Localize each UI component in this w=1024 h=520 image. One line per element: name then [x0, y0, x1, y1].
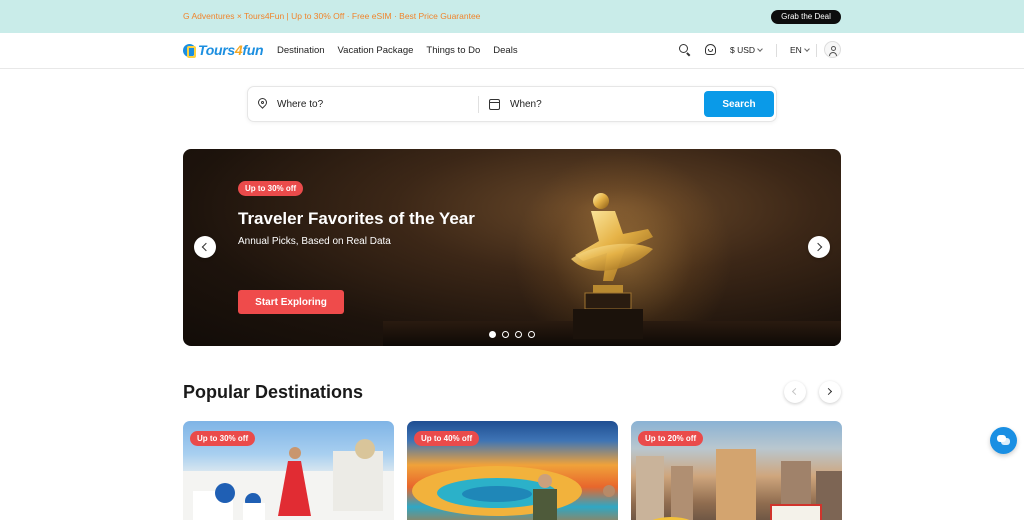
carousel-dot[interactable] [502, 331, 509, 338]
hero-title: Traveler Favorites of the Year [238, 209, 475, 228]
nav-things-to-do[interactable]: Things to Do [426, 45, 480, 56]
destination-card[interactable]: Up to 20% off [631, 421, 842, 520]
chevron-right-icon [824, 387, 833, 396]
logo[interactable]: Tours4fun [183, 42, 264, 58]
language-label: EN [790, 45, 802, 55]
site-header: Tours4fun Destination Vacation Package T… [0, 33, 1024, 69]
card-discount-badge: Up to 30% off [190, 431, 256, 446]
search-bar: Search [247, 86, 777, 122]
grab-deal-button[interactable]: Grab the Deal [771, 10, 841, 24]
location-pin-icon [256, 96, 269, 110]
carousel-dot[interactable] [489, 331, 496, 338]
destinations-next-button[interactable] [819, 381, 841, 403]
promo-text: G Adventures × Tours4Fun | Up to 30% Off… [183, 11, 481, 21]
nav-deals[interactable]: Deals [493, 45, 517, 56]
start-exploring-button[interactable]: Start Exploring [238, 290, 344, 314]
carousel-next-button[interactable] [808, 236, 830, 258]
chat-icon[interactable] [990, 427, 1017, 454]
trophy-image [571, 193, 653, 339]
chevron-left-icon [791, 387, 800, 396]
logo-mark-icon [183, 43, 196, 58]
destination-card[interactable]: Up to 30% off [183, 421, 394, 520]
language-selector[interactable]: EN [790, 45, 810, 55]
user-icon[interactable] [824, 41, 841, 58]
chevron-down-icon [803, 46, 810, 52]
chevron-left-icon [201, 242, 211, 252]
when-input[interactable] [510, 98, 680, 110]
promo-bar: G Adventures × Tours4Fun | Up to 30% Off… [0, 0, 1024, 33]
hero-banner[interactable]: Up to 30% off Traveler Favorites of the … [183, 149, 841, 346]
where-field[interactable] [256, 87, 473, 121]
hero-subtitle: Annual Picks, Based on Real Data [238, 236, 391, 247]
chevron-down-icon [757, 46, 763, 52]
carousel-dots [489, 331, 541, 338]
header-divider [816, 44, 817, 57]
section-title: Popular Destinations [183, 382, 364, 402]
main-nav: Destination Vacation Package Things to D… [277, 45, 531, 56]
carousel-dot[interactable] [528, 331, 535, 338]
destinations-prev-button[interactable] [784, 381, 806, 403]
logo-text: Tours4fun [198, 42, 264, 58]
hero-discount-badge: Up to 30% off [238, 181, 304, 196]
chevron-right-icon [813, 242, 823, 252]
header-divider [776, 44, 777, 57]
calendar-icon [489, 98, 500, 110]
destination-card[interactable]: Up to 40% off [407, 421, 618, 520]
search-button[interactable]: Search [704, 91, 774, 117]
carousel-dot[interactable] [515, 331, 522, 338]
currency-label: $ USD [730, 45, 756, 55]
search-icon[interactable] [678, 43, 692, 57]
carousel-prev-button[interactable] [194, 236, 216, 258]
customer-support-icon[interactable] [704, 43, 718, 57]
nav-destination[interactable]: Destination [277, 45, 325, 56]
card-discount-badge: Up to 40% off [414, 431, 480, 446]
nav-vacation-package[interactable]: Vacation Package [338, 45, 414, 56]
where-input[interactable] [277, 98, 447, 110]
card-discount-badge: Up to 20% off [638, 431, 704, 446]
when-field[interactable] [489, 87, 699, 121]
search-divider [478, 96, 479, 113]
currency-selector[interactable]: $ USD [730, 45, 763, 55]
